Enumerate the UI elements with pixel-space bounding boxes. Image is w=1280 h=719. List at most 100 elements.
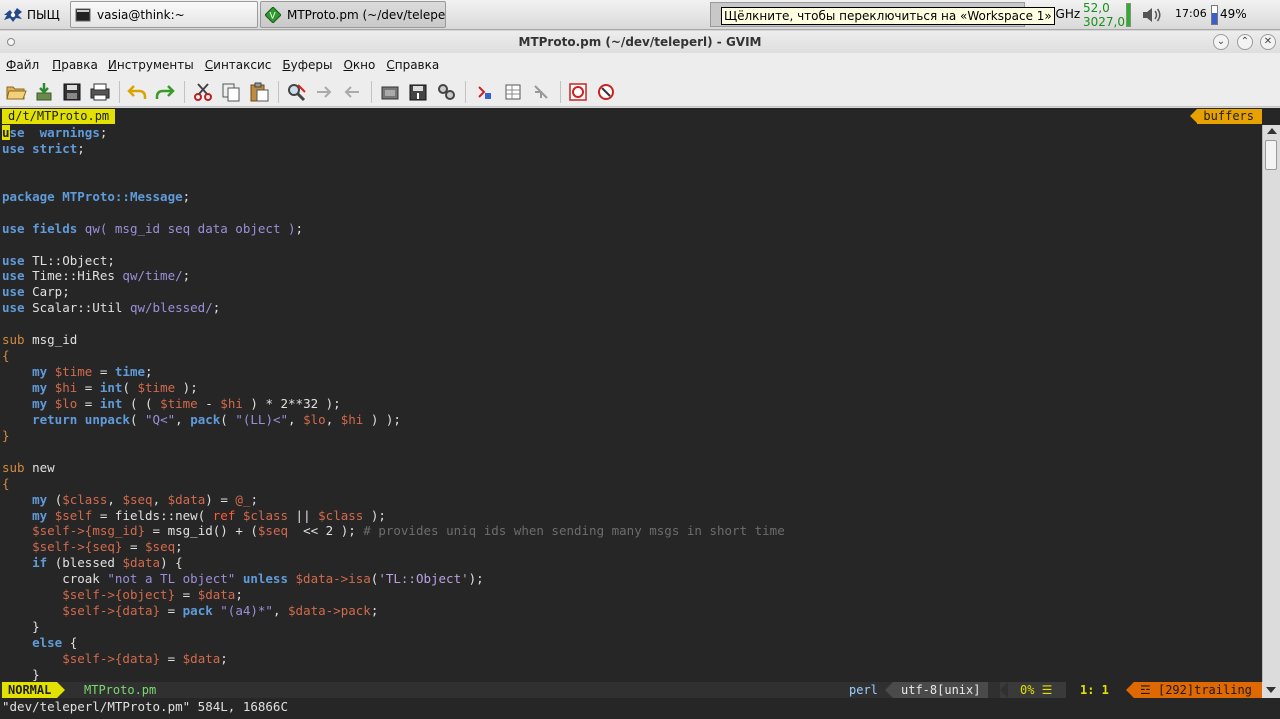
print-button[interactable] xyxy=(89,81,111,103)
make-button[interactable] xyxy=(473,81,495,103)
find-help-button[interactable] xyxy=(595,81,617,103)
code-line[interactable] xyxy=(2,173,1260,189)
menu-file[interactable]: Файл xyxy=(6,58,44,72)
code-token: @_ xyxy=(235,491,251,507)
save-button[interactable] xyxy=(33,81,55,103)
code-line[interactable]: sub msg_id xyxy=(2,332,1260,348)
code-token: $hi xyxy=(340,411,364,427)
maximize-button[interactable]: ⌃ xyxy=(1237,34,1253,50)
start-menu-label: ПЫЩ xyxy=(27,8,60,22)
menu-edit[interactable]: Правка xyxy=(52,58,103,72)
code-line[interactable]: $self->{object} = $data; xyxy=(2,587,1260,603)
code-line[interactable] xyxy=(2,316,1260,332)
help-button[interactable] xyxy=(567,81,589,103)
save-all-icon xyxy=(63,83,81,101)
save-all-button[interactable] xyxy=(61,81,83,103)
code-line[interactable]: return unpack( "Q<", pack( "(LL)<", $lo,… xyxy=(2,412,1260,428)
code-line[interactable]: use Scalar::Util qw/blessed/; xyxy=(2,300,1260,316)
code-line[interactable]: package MTProto::Message; xyxy=(2,189,1260,205)
code-line[interactable]: $self->{msg_id} = msg_id() + ($seq << 2 … xyxy=(2,523,1260,539)
editor-area[interactable]: d/t/MTProto.pm buffers use warnings; use … xyxy=(0,108,1280,719)
save-icon xyxy=(36,83,52,101)
code-line[interactable]: else { xyxy=(2,635,1260,651)
menu-syntax[interactable]: Синтаксис xyxy=(205,58,277,72)
scroll-up-icon[interactable] xyxy=(1267,128,1277,134)
code-line[interactable] xyxy=(2,237,1260,253)
jump-tag-button[interactable] xyxy=(530,81,552,103)
code-token: $hi xyxy=(54,380,78,395)
code-line[interactable]: use Carp; xyxy=(2,284,1260,300)
find-next-button[interactable] xyxy=(313,81,335,103)
taskbar-item-gvim[interactable]: V MTProto.pm (~/dev/teleperl... xyxy=(260,1,446,28)
clock[interactable]: 17:06 xyxy=(1175,7,1207,20)
code-line[interactable]: my $lo = int ( ( $time - $hi ) * 2**32 )… xyxy=(2,396,1260,412)
start-menu-button[interactable]: ПЫЩ xyxy=(2,3,60,27)
code-token: MTProto::Message xyxy=(54,188,183,204)
load-session-button[interactable] xyxy=(379,81,401,103)
code-line[interactable] xyxy=(2,444,1260,460)
run-ctags-button[interactable] xyxy=(502,81,524,103)
code-line[interactable]: my $self = fields::new( ref $class || $c… xyxy=(2,508,1260,524)
code-token: , xyxy=(152,491,168,507)
volume-icon[interactable] xyxy=(1140,5,1164,25)
code-line[interactable]: sub new xyxy=(2,460,1260,476)
code-token: , xyxy=(107,491,123,507)
save-session-button[interactable] xyxy=(407,81,429,103)
code-line[interactable]: $self->{seq} = $seq; xyxy=(2,539,1260,555)
code-token: , xyxy=(175,411,191,427)
code-line[interactable]: } xyxy=(2,619,1260,635)
code-token: sub xyxy=(2,459,25,475)
code-line[interactable]: use fields qw( msg_id seq data object ); xyxy=(2,221,1260,237)
code-line[interactable]: $self->{data} = pack "(a4)*", $data->pac… xyxy=(2,603,1260,619)
code-token: "(LL)<" xyxy=(235,411,289,427)
code-line[interactable]: } xyxy=(2,428,1260,444)
code-line[interactable]: $self->{data} = $data; xyxy=(2,651,1260,667)
code-token: my xyxy=(32,395,48,411)
code-line[interactable]: my ($class, $seq, $data) = @_; xyxy=(2,492,1260,508)
command-line[interactable]: "dev/teleperl/MTProto.pm" 584L, 16866C xyxy=(0,699,1280,719)
undo-button[interactable] xyxy=(126,81,148,103)
menu-window[interactable]: Окно xyxy=(343,58,380,72)
code-line[interactable]: } xyxy=(2,667,1260,683)
close-button[interactable]: ✕ xyxy=(1260,34,1276,50)
copy-button[interactable] xyxy=(220,81,242,103)
code-token: ; xyxy=(370,603,379,619)
menu-tools[interactable]: Инструменты xyxy=(108,58,199,72)
code-line[interactable]: { xyxy=(2,476,1260,492)
paste-button[interactable] xyxy=(248,81,270,103)
tab-buffers-label: buffers xyxy=(1190,109,1262,124)
cut-button[interactable] xyxy=(192,81,214,103)
code-line[interactable]: { xyxy=(2,348,1260,364)
menu-help[interactable]: Справка xyxy=(386,58,444,72)
code-line[interactable]: use strict; xyxy=(2,141,1260,157)
code-buffer[interactable]: use warnings; use strict; package MTProto… xyxy=(2,125,1260,683)
window-menu-icon[interactable] xyxy=(7,38,15,46)
code-line[interactable]: use TL::Object; xyxy=(2,253,1260,269)
code-line[interactable] xyxy=(2,205,1260,221)
minimize-button[interactable]: ⌄ xyxy=(1213,34,1229,50)
code-line[interactable]: use Time::HiRes qw/time/; xyxy=(2,268,1260,284)
code-line[interactable]: croak "not a TL object" unless $data->is… xyxy=(2,571,1260,587)
code-line[interactable]: my $time = time; xyxy=(2,364,1260,380)
redo-button[interactable] xyxy=(154,81,176,103)
code-line[interactable]: use warnings; xyxy=(2,125,1260,141)
code-token: "(a4)*" xyxy=(220,603,273,619)
code-line[interactable] xyxy=(2,157,1260,173)
find-replace-button[interactable] xyxy=(285,81,307,103)
run-script-button[interactable] xyxy=(435,81,457,103)
menu-buffers[interactable]: Буферы xyxy=(282,58,337,72)
scroll-thumb[interactable] xyxy=(1265,140,1277,170)
app-menu-icon xyxy=(4,8,22,22)
find-prev-button[interactable] xyxy=(341,81,363,103)
scroll-down-icon[interactable] xyxy=(1262,682,1280,698)
taskbar-item-terminal[interactable]: vasia@think:~ xyxy=(70,1,258,28)
code-line[interactable]: my $hi = int( $time ); xyxy=(2,380,1260,396)
open-button[interactable] xyxy=(5,81,27,103)
vertical-scrollbar[interactable] xyxy=(1262,125,1280,685)
window-titlebar[interactable]: MTProto.pm (~/dev/teleperl) - GVIM ⌄ ⌃ ✕ xyxy=(0,31,1280,53)
code-token: , xyxy=(272,603,289,619)
tab-current-file[interactable]: d/t/MTProto.pm xyxy=(2,109,116,124)
code-line[interactable]: if (blessed $data) { xyxy=(2,555,1260,571)
code-token: $time xyxy=(137,380,176,395)
